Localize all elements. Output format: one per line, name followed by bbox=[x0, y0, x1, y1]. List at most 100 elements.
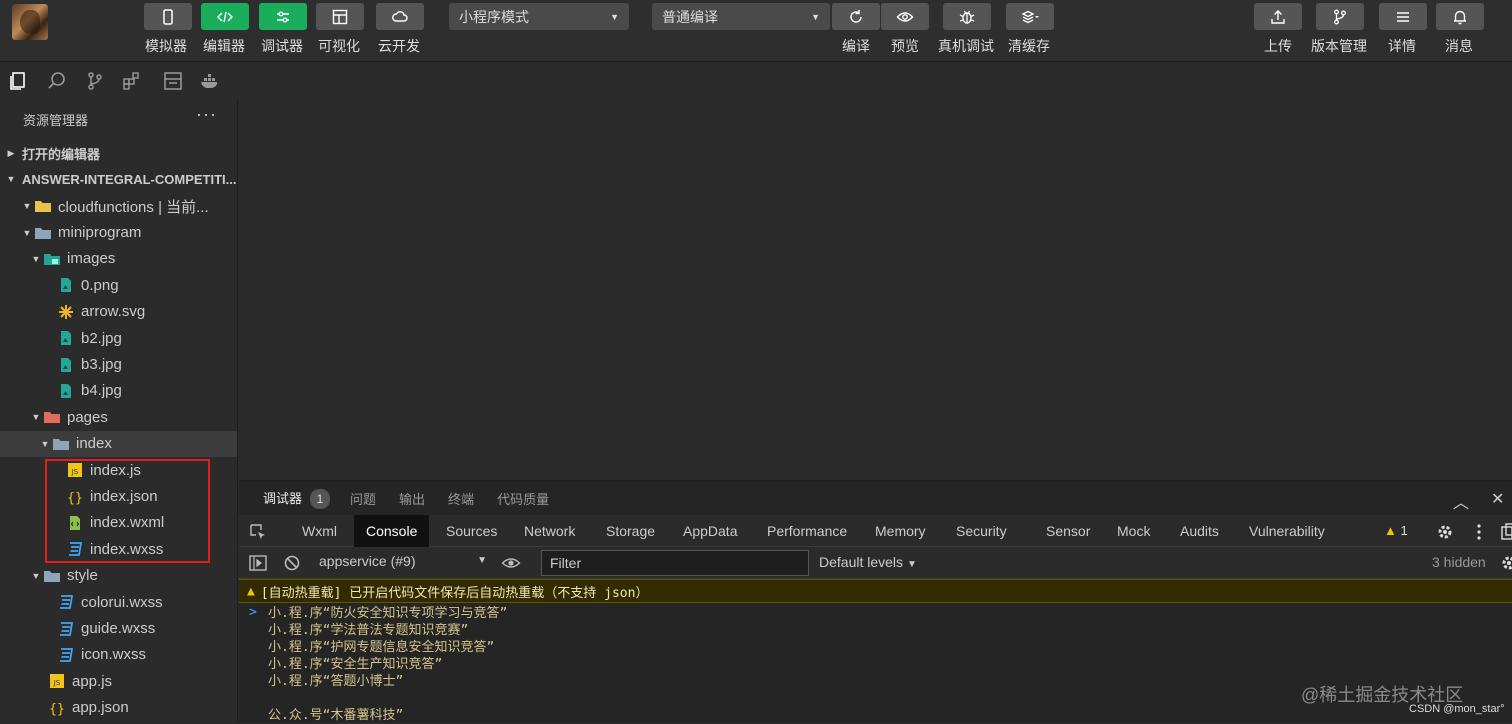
upload-button[interactable] bbox=[1254, 3, 1302, 30]
version-control-label: 版本管理 bbox=[1311, 38, 1367, 54]
devtab-sensor[interactable]: Sensor bbox=[1034, 515, 1102, 547]
log-line: 小.程.序“安全生产知识竞答” bbox=[268, 657, 443, 672]
tree-item-b4jpg[interactable]: b4.jpg bbox=[0, 378, 237, 404]
compile-label: 编译 bbox=[842, 38, 870, 54]
cloud-dev-button[interactable] bbox=[376, 3, 424, 30]
tree-item-indexwxml[interactable]: index.wxml bbox=[0, 510, 237, 536]
tree-item-label: images bbox=[67, 250, 116, 268]
tab-terminal[interactable]: 终端 bbox=[448, 489, 474, 508]
tree-item-0png[interactable]: 0.png bbox=[0, 272, 237, 298]
editor-area bbox=[239, 62, 1512, 480]
log-line: 小.程.序“护网专题信息安全知识竞答” bbox=[268, 640, 495, 655]
tree-item-b2jpg[interactable]: b2.jpg bbox=[0, 325, 237, 351]
gear-icon[interactable] bbox=[1435, 522, 1455, 542]
more-actions-button[interactable]: ··· bbox=[196, 104, 217, 125]
tree-item-iconwxss[interactable]: icon.wxss bbox=[0, 642, 237, 668]
clear-console-icon[interactable] bbox=[282, 553, 302, 573]
image-file-icon bbox=[57, 330, 75, 346]
filter-input[interactable] bbox=[541, 550, 809, 576]
simulator-label: 模拟器 bbox=[145, 38, 187, 54]
explorer-icon[interactable] bbox=[7, 70, 29, 92]
json-file-icon: {} bbox=[48, 700, 66, 717]
tree-item-label: index.wxml bbox=[90, 514, 165, 532]
warning-counter[interactable]: ▲ 1 bbox=[1384, 523, 1408, 538]
outline-icon[interactable] bbox=[162, 70, 184, 92]
simulator-button[interactable] bbox=[144, 3, 192, 30]
devtab-performance[interactable]: Performance bbox=[755, 515, 859, 547]
context-select-value: appservice (#9) bbox=[319, 553, 416, 569]
compile-button[interactable] bbox=[832, 3, 880, 30]
devtab-network[interactable]: Network bbox=[512, 515, 587, 547]
tree-item-arrowsvg[interactable]: arrow.svg bbox=[0, 299, 237, 325]
tree-item-appjson[interactable]: {} app.json bbox=[0, 695, 237, 721]
tree-item-images[interactable]: ▼ images bbox=[0, 246, 237, 272]
tree-item-coloruiwxss[interactable]: colorui.wxss bbox=[0, 589, 237, 615]
sidebar-toggle-icon[interactable] bbox=[248, 553, 268, 573]
preview-label: 预览 bbox=[891, 38, 919, 54]
tree-item-indexwxss[interactable]: index.wxss bbox=[0, 536, 237, 562]
tab-debugger[interactable]: 调试器 1 bbox=[263, 488, 331, 509]
search-icon[interactable] bbox=[46, 70, 68, 92]
docker-icon[interactable] bbox=[199, 70, 221, 92]
code-icon bbox=[217, 11, 233, 22]
explorer-title: 资源管理器 bbox=[23, 113, 89, 128]
tree-item-miniprogram[interactable]: ▼ miniprogram bbox=[0, 219, 237, 245]
mode-select-value: 小程序模式 bbox=[459, 8, 529, 25]
source-control-icon[interactable] bbox=[84, 70, 106, 92]
folder-open-icon bbox=[43, 568, 61, 584]
devtab-console[interactable]: Console bbox=[354, 515, 430, 547]
avatar[interactable] bbox=[12, 4, 48, 40]
tree-item-b3jpg[interactable]: b3.jpg bbox=[0, 351, 237, 377]
visual-button[interactable] bbox=[316, 3, 364, 30]
dock-icon[interactable] bbox=[1499, 522, 1512, 542]
tab-code-quality[interactable]: 代码质量 bbox=[497, 489, 549, 508]
log-levels-select[interactable]: Default levels ▼ bbox=[819, 554, 917, 570]
inspect-icon[interactable] bbox=[248, 522, 268, 542]
devtab-security[interactable]: Security bbox=[944, 515, 1019, 547]
devtab-appdata[interactable]: AppData bbox=[671, 515, 749, 547]
open-editors-section[interactable]: ▶ 打开的编辑器 bbox=[0, 140, 237, 166]
devtab-mock[interactable]: Mock bbox=[1105, 515, 1162, 547]
version-control-button[interactable] bbox=[1316, 3, 1364, 30]
extensions-icon[interactable] bbox=[121, 70, 143, 92]
devtab-audits[interactable]: Audits bbox=[1168, 515, 1231, 547]
tree-item-index-folder[interactable]: ▼ index bbox=[0, 430, 237, 457]
tree-item-appjs[interactable]: JS app.js bbox=[0, 668, 237, 694]
tab-problems[interactable]: 问题 bbox=[350, 489, 376, 508]
tree-item-style[interactable]: ▼ style bbox=[0, 563, 237, 589]
preview-button[interactable] bbox=[881, 3, 929, 30]
tree-item-indexjson[interactable]: {} index.json bbox=[0, 483, 237, 509]
folder-open-icon bbox=[34, 225, 52, 241]
wxss-file-icon bbox=[57, 621, 75, 637]
tree-item-indexjs[interactable]: JS index.js bbox=[0, 457, 237, 483]
compile-select[interactable]: 普通编译 ▼ bbox=[652, 3, 830, 30]
tab-output[interactable]: 输出 bbox=[399, 489, 425, 508]
context-select[interactable]: appservice (#9) ▼ bbox=[319, 553, 487, 569]
visual-label: 可视化 bbox=[318, 38, 360, 54]
warning-icon: ▲ bbox=[247, 583, 255, 599]
chevron-up-icon[interactable]: ︿ bbox=[1453, 489, 1469, 513]
clear-cache-button[interactable] bbox=[1006, 3, 1054, 30]
project-section[interactable]: ▼ ANSWER-INTEGRAL-COMPETITI... bbox=[0, 166, 237, 192]
devtab-storage[interactable]: Storage bbox=[594, 515, 667, 547]
debugger-button[interactable] bbox=[259, 3, 307, 30]
tree-item-cloudfunctions[interactable]: ▼ cloudfunctions | 当前... bbox=[0, 193, 237, 219]
kebab-menu-icon[interactable] bbox=[1469, 522, 1489, 542]
chevron-down-icon: ▼ bbox=[31, 253, 41, 264]
devtab-vulnerability[interactable]: Vulnerability bbox=[1237, 515, 1337, 547]
devtools-tabs: Wxml Console Sources Network Storage App… bbox=[239, 515, 1512, 547]
details-button[interactable] bbox=[1379, 3, 1427, 30]
devtab-sources[interactable]: Sources bbox=[434, 515, 509, 547]
close-icon[interactable]: ✕ bbox=[1491, 489, 1504, 509]
open-editors-label: 打开的编辑器 bbox=[22, 146, 101, 162]
mode-select[interactable]: 小程序模式 ▼ bbox=[449, 3, 629, 30]
tree-item-guidewxss[interactable]: guide.wxss bbox=[0, 615, 237, 641]
devtab-wxml[interactable]: Wxml bbox=[290, 515, 349, 547]
eye-icon[interactable] bbox=[501, 553, 521, 573]
gear-icon[interactable] bbox=[1499, 553, 1512, 573]
real-device-debug-button[interactable] bbox=[943, 3, 991, 30]
editor-button[interactable] bbox=[201, 3, 249, 30]
messages-button[interactable] bbox=[1436, 3, 1484, 30]
devtab-memory[interactable]: Memory bbox=[863, 515, 938, 547]
tree-item-pages[interactable]: ▼ pages bbox=[0, 404, 237, 430]
